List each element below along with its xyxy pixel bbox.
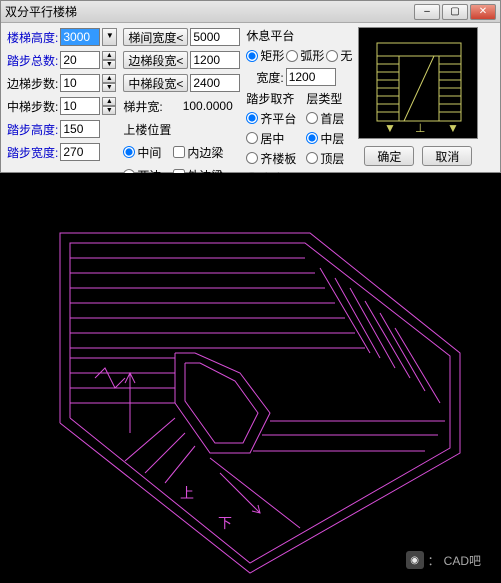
gap-width-input[interactable]	[190, 28, 240, 46]
floor-mid-radio[interactable]	[306, 132, 318, 144]
floor-mid-label: 中层	[320, 130, 344, 147]
step-width-input[interactable]	[60, 143, 100, 161]
floor-top-radio[interactable]	[306, 152, 318, 164]
stair-height-dropdown[interactable]: ▼	[102, 28, 117, 46]
platform-none-radio[interactable]	[326, 50, 338, 62]
dialog-body: 楼梯高度: ▼ 踏步总数: ▲▼ 边梯步数: ▲▼ 中梯步数: ▲▼ 踏步高度:	[1, 23, 500, 189]
col-preview: ▼ ⊥ ▼ 确定 取消	[358, 27, 478, 187]
step-width-label: 踏步宽度:	[7, 144, 58, 161]
svg-text:⊥: ⊥	[415, 121, 425, 135]
dialog-title: 双分平行楼梯	[5, 3, 77, 20]
platform-rect-radio[interactable]	[246, 50, 258, 62]
side-seg-input[interactable]	[190, 51, 240, 69]
floor-first-label: 首层	[320, 110, 344, 127]
well-width-value: 100.0000	[183, 99, 233, 113]
side-steps-label: 边梯步数:	[7, 75, 58, 92]
mid-seg-input[interactable]	[190, 74, 240, 92]
mid-steps-up[interactable]: ▲	[102, 97, 116, 106]
stair-preview: ▼ ⊥ ▼	[358, 27, 478, 139]
rest-platform-label: 休息平台	[246, 27, 352, 44]
up-pos-label: 上楼位置	[123, 121, 171, 138]
floor-top-label: 顶层	[320, 150, 344, 167]
inner-beam-label: 内边梁	[187, 144, 223, 161]
svg-text:▼: ▼	[447, 121, 459, 135]
mid-steps-label: 中梯步数:	[7, 98, 58, 115]
align-mid-label: 居中	[260, 130, 284, 147]
side-steps-down[interactable]: ▼	[102, 83, 116, 92]
up-label: 上	[180, 486, 194, 502]
floor-first-radio[interactable]	[306, 112, 318, 124]
down-label: 下	[218, 517, 232, 532]
cancel-button[interactable]: 取消	[422, 146, 472, 166]
step-total-down[interactable]: ▼	[102, 60, 116, 69]
mid-steps-input[interactable]	[60, 97, 100, 115]
platform-width-input[interactable]	[286, 68, 336, 86]
step-total-up[interactable]: ▲	[102, 51, 116, 60]
svg-text:▼: ▼	[384, 121, 396, 135]
side-steps-input[interactable]	[60, 74, 100, 92]
minimize-button[interactable]: –	[414, 4, 440, 20]
stair-height-label: 楼梯高度:	[7, 29, 58, 46]
pos-mid-radio[interactable]	[123, 146, 135, 158]
floor-type-label: 层类型	[306, 90, 344, 107]
inner-beam-check[interactable]	[173, 146, 185, 158]
close-button[interactable]: ✕	[470, 4, 496, 20]
mid-seg-button[interactable]: 中梯段宽<	[123, 74, 188, 92]
platform-arc-radio[interactable]	[286, 50, 298, 62]
stair-dialog: 双分平行楼梯 – ▢ ✕ 楼梯高度: ▼ 踏步总数: ▲▼ 边梯步数: ▲▼	[0, 0, 501, 173]
window-buttons: – ▢ ✕	[414, 4, 496, 20]
step-height-input[interactable]	[60, 120, 100, 138]
step-total-input[interactable]	[60, 51, 100, 69]
align-floor-label: 齐楼板	[260, 150, 296, 167]
side-steps-up[interactable]: ▲	[102, 74, 116, 83]
platform-none-label: 无	[340, 47, 352, 64]
align-platform-label: 齐平台	[260, 110, 296, 127]
watermark-prefix: ：	[428, 552, 440, 569]
step-total-label: 踏步总数:	[7, 52, 58, 69]
step-align-label: 踏步取齐	[246, 90, 296, 107]
stair-height-input[interactable]	[60, 28, 100, 46]
wechat-icon: ◉	[406, 551, 424, 569]
pos-mid-label: 中间	[137, 144, 161, 161]
align-floor-radio[interactable]	[246, 152, 258, 164]
platform-width-label: 宽度:	[256, 69, 283, 86]
col-left: 楼梯高度: ▼ 踏步总数: ▲▼ 边梯步数: ▲▼ 中梯步数: ▲▼ 踏步高度:	[7, 27, 117, 187]
watermark: ◉ ： CAD吧	[406, 551, 481, 569]
col-platform: 休息平台 矩形 弧形 无 宽度: 踏步取齐 齐平台 居中 齐楼板 自由 层	[246, 27, 352, 187]
side-seg-button[interactable]: 边梯段宽<	[123, 51, 188, 69]
step-height-label: 踏步高度:	[7, 121, 58, 138]
col-mid: 梯间宽度< 边梯段宽< 中梯段宽< 梯井宽: 100.0000 上楼位置 中间	[123, 27, 240, 187]
ok-button[interactable]: 确定	[364, 146, 414, 166]
titlebar[interactable]: 双分平行楼梯 – ▢ ✕	[1, 1, 500, 23]
watermark-text: CAD吧	[444, 552, 481, 569]
gap-width-button[interactable]: 梯间宽度<	[123, 28, 188, 46]
maximize-button[interactable]: ▢	[442, 4, 468, 20]
mid-steps-down[interactable]: ▼	[102, 106, 116, 115]
well-width-label: 梯井宽:	[123, 98, 162, 115]
platform-rect-label: 矩形	[260, 47, 284, 64]
cad-viewport[interactable]: 上 下 ◉ ： CAD吧	[0, 173, 501, 583]
align-platform-radio[interactable]	[246, 112, 258, 124]
platform-arc-label: 弧形	[300, 47, 324, 64]
align-mid-radio[interactable]	[246, 132, 258, 144]
